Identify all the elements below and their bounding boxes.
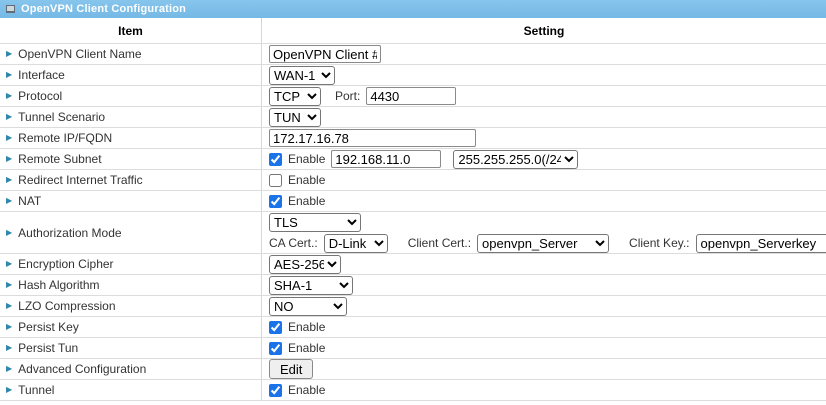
tunnel-scenario-label: Tunnel Scenario	[18, 110, 105, 124]
persist-key-enable-label: Enable	[288, 320, 325, 334]
panel-titlebar: OpenVPN Client Configuration	[0, 0, 826, 18]
persist-tun-enable-label: Enable	[288, 341, 325, 355]
remote-subnet-enable-checkbox[interactable]	[269, 153, 282, 166]
client-name-input[interactable]	[269, 45, 381, 63]
lzo-compression-select[interactable]: NO	[269, 297, 347, 316]
table-row-redirect-traffic: ▶ Redirect Internet Traffic Enable	[0, 170, 826, 191]
bullet-arrow-icon: ▶	[6, 176, 12, 184]
remote-subnet-label: Remote Subnet	[18, 152, 101, 166]
client-name-label: OpenVPN Client Name	[18, 47, 141, 61]
column-header-setting: Setting	[262, 18, 826, 43]
persist-key-enable-checkbox[interactable]	[269, 321, 282, 334]
authorization-mode-label: Authorization Mode	[18, 226, 121, 240]
table-row-lzo-compression: ▶ LZO Compression NO	[0, 296, 826, 317]
bullet-arrow-icon: ▶	[6, 71, 12, 79]
table-row-remote-ip: ▶ Remote IP/FQDN	[0, 128, 826, 149]
tunnel-enable-label: Enable	[288, 383, 325, 397]
table-row-hash-algorithm: ▶ Hash Algorithm SHA-1	[0, 275, 826, 296]
tunnel-enable-checkbox[interactable]	[269, 384, 282, 397]
window-icon	[6, 5, 15, 13]
nat-label: NAT	[18, 194, 41, 208]
advanced-configuration-label: Advanced Configuration	[18, 362, 146, 376]
encryption-cipher-label: Encryption Cipher	[18, 257, 113, 271]
table-row-persist-key: ▶ Persist Key Enable	[0, 317, 826, 338]
client-cert-label: Client Cert.:	[408, 236, 471, 250]
bullet-arrow-icon: ▶	[6, 323, 12, 331]
table-row-remote-subnet: ▶ Remote Subnet Enable 255.255.255.0(/24)	[0, 149, 826, 170]
remote-ip-input[interactable]	[269, 129, 476, 147]
panel-title: OpenVPN Client Configuration	[21, 3, 186, 15]
nat-enable-checkbox[interactable]	[269, 195, 282, 208]
protocol-select[interactable]: TCP	[269, 87, 321, 106]
config-table: Item Setting ▶ OpenVPN Client Name ▶ Inter…	[0, 18, 826, 401]
redirect-traffic-label: Redirect Internet Traffic	[18, 173, 143, 187]
tunnel-label: Tunnel	[18, 383, 54, 397]
table-row-tunnel: ▶ Tunnel Enable	[0, 380, 826, 401]
remote-subnet-mask-select[interactable]: 255.255.255.0(/24)	[453, 150, 578, 169]
remote-subnet-enable-label: Enable	[288, 152, 325, 166]
redirect-traffic-enable-checkbox[interactable]	[269, 174, 282, 187]
bullet-arrow-icon: ▶	[6, 386, 12, 394]
interface-label: Interface	[18, 68, 65, 82]
openvpn-client-config-panel: OpenVPN Client Configuration Item Settin…	[0, 0, 826, 405]
bullet-arrow-icon: ▶	[6, 229, 12, 237]
protocol-label: Protocol	[18, 89, 62, 103]
table-row-persist-tun: ▶ Persist Tun Enable	[0, 338, 826, 359]
table-row-client-name: ▶ OpenVPN Client Name	[0, 44, 826, 65]
bullet-arrow-icon: ▶	[6, 260, 12, 268]
port-input[interactable]	[366, 87, 456, 105]
bullet-arrow-icon: ▶	[6, 92, 12, 100]
table-row-authorization-mode: ▶ Authorization Mode TLS CA Cert.: D-Link…	[0, 212, 826, 254]
lzo-compression-label: LZO Compression	[18, 299, 115, 313]
client-cert-select[interactable]: openvpn_Server	[477, 234, 609, 253]
bullet-arrow-icon: ▶	[6, 113, 12, 121]
remote-subnet-ip-input[interactable]	[331, 150, 441, 168]
authorization-mode-select[interactable]: TLS	[269, 213, 361, 232]
bullet-arrow-icon: ▶	[6, 50, 12, 58]
nat-enable-label: Enable	[288, 194, 325, 208]
table-row-tunnel-scenario: ▶ Tunnel Scenario TUN	[0, 107, 826, 128]
persist-key-label: Persist Key	[18, 320, 79, 334]
table-row-encryption-cipher: ▶ Encryption Cipher AES-256	[0, 254, 826, 275]
table-row-advanced-configuration: ▶ Advanced Configuration Edit	[0, 359, 826, 380]
persist-tun-label: Persist Tun	[18, 341, 78, 355]
hash-algorithm-label: Hash Algorithm	[18, 278, 99, 292]
remote-ip-label: Remote IP/FQDN	[18, 131, 112, 145]
ca-cert-label: CA Cert.:	[269, 236, 318, 250]
interface-select[interactable]: WAN-1	[269, 66, 335, 85]
bullet-arrow-icon: ▶	[6, 302, 12, 310]
table-row-protocol: ▶ Protocol TCP Port:	[0, 86, 826, 107]
hash-algorithm-select[interactable]: SHA-1	[269, 276, 353, 295]
table-row-interface: ▶ Interface WAN-1	[0, 65, 826, 86]
table-header-row: Item Setting	[0, 18, 826, 44]
encryption-cipher-select[interactable]: AES-256	[269, 255, 341, 274]
redirect-traffic-enable-label: Enable	[288, 173, 325, 187]
column-header-item: Item	[0, 18, 262, 43]
bullet-arrow-icon: ▶	[6, 281, 12, 289]
client-key-label: Client Key.:	[629, 236, 689, 250]
tunnel-scenario-select[interactable]: TUN	[269, 108, 321, 127]
bullet-arrow-icon: ▶	[6, 134, 12, 142]
table-row-nat: ▶ NAT Enable	[0, 191, 826, 212]
bullet-arrow-icon: ▶	[6, 365, 12, 373]
client-key-select[interactable]: openvpn_Serverkey	[696, 234, 826, 253]
bullet-arrow-icon: ▶	[6, 197, 12, 205]
port-label: Port:	[335, 89, 360, 103]
edit-button[interactable]: Edit	[269, 359, 313, 379]
bullet-arrow-icon: ▶	[6, 344, 12, 352]
persist-tun-enable-checkbox[interactable]	[269, 342, 282, 355]
ca-cert-select[interactable]: D-Link	[324, 234, 388, 253]
bullet-arrow-icon: ▶	[6, 155, 12, 163]
